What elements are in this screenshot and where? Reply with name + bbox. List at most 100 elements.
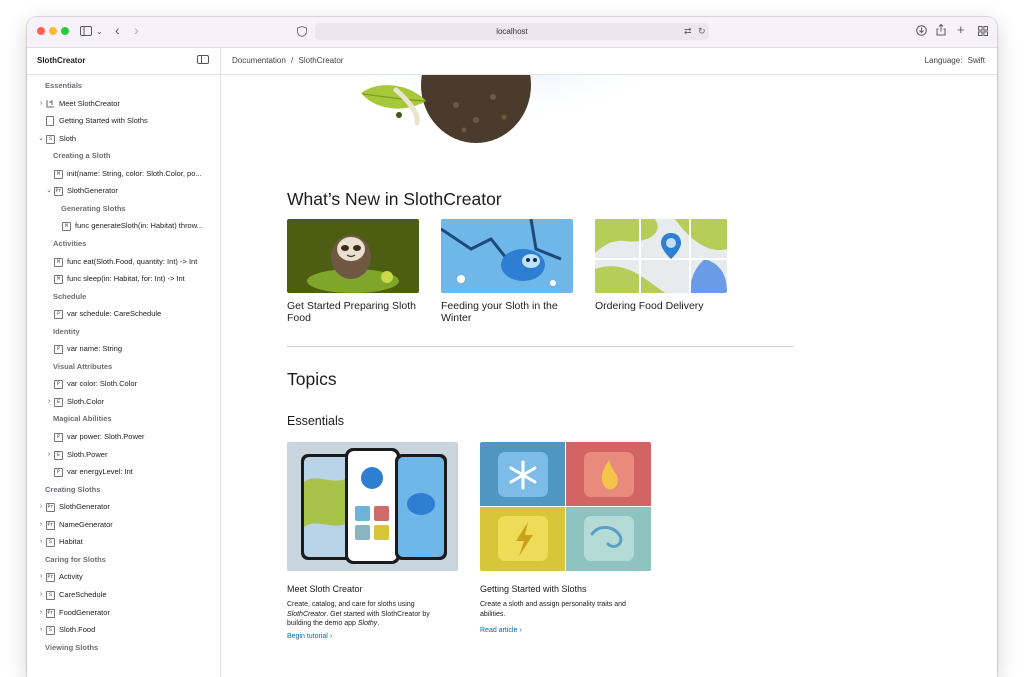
sidebar-item-label: CareSchedule	[59, 589, 107, 599]
chevron-right-icon[interactable]: ›	[37, 97, 45, 111]
language-toggle[interactable]: Language: Swift	[925, 56, 985, 65]
downloads-icon[interactable]	[916, 25, 927, 36]
sidebar-item[interactable]: › Meet SlothCreator	[27, 97, 220, 111]
chevron-right-icon: ›	[519, 627, 522, 634]
sidebar-item-label: Sloth	[59, 133, 77, 143]
chevron-right-icon[interactable]: ›	[37, 535, 45, 549]
section-label: Caring for Sloths	[45, 554, 106, 564]
sidebar-item[interactable]: Minit(name: String, color: Sloth.Color, …	[27, 167, 220, 181]
sidebar-item[interactable]: › S Sloth.Food	[27, 623, 220, 637]
topic-card-description: Create, catalog, and care for sloths usi…	[287, 600, 447, 629]
sidebar-section-heading: Viewing Sloths	[27, 641, 220, 655]
sidebar-item[interactable]: › E Sloth.Power	[27, 448, 220, 462]
card-thumbnail	[441, 219, 573, 293]
section-label: Essentials	[45, 81, 83, 90]
sidebar-toggle-icon[interactable]	[80, 26, 92, 36]
sidebar-item[interactable]: Getting Started with Sloths	[27, 114, 220, 128]
card-title[interactable]: Ordering Food Delivery	[595, 300, 729, 313]
new-tab-icon[interactable]: +	[957, 22, 965, 38]
topic-card-title[interactable]: Meet Sloth Creator	[287, 584, 363, 594]
chevron-right-icon[interactable]: ›	[37, 588, 45, 602]
method-icon: M	[62, 222, 71, 232]
sidebar-item-label: Activity	[59, 572, 83, 582]
section-label: Visual Attributes	[53, 361, 113, 371]
sidebar-item-label: func eat(Sloth.Food, quantity: Int) -> I…	[67, 256, 198, 266]
description-emphasis: SlothCreator	[287, 610, 327, 618]
sidebar-section-heading: Essentials	[27, 79, 220, 93]
sidebar-item[interactable]: › Pr NameGenerator	[27, 518, 220, 532]
share-icon[interactable]	[936, 24, 946, 36]
reload-icon[interactable]: ↻	[698, 24, 706, 39]
sidebar-item[interactable]: › Pr SlothGenerator	[27, 500, 220, 514]
section-label: Creating a Sloth	[53, 151, 111, 161]
forward-button[interactable]: ›	[134, 22, 139, 38]
topics-heading: Topics	[287, 369, 337, 389]
card-title[interactable]: Feeding your Sloth in the Winter	[441, 300, 575, 324]
protocol-icon: Pr	[46, 608, 55, 618]
sidebar-item-label: var name: String	[67, 344, 123, 354]
sidebar-section-heading: Activities	[27, 237, 220, 251]
sidebar-item[interactable]: Mfunc generateSloth(in: Habitat) throw..…	[27, 219, 220, 233]
sidebar-item[interactable]: › S CareSchedule	[27, 588, 220, 602]
sidebar-item[interactable]: › S Habitat	[27, 535, 220, 549]
sidebar-item[interactable]: Pvar schedule: CareSchedule	[27, 307, 220, 321]
sidebar-item[interactable]: › Pr FoodGenerator	[27, 606, 220, 620]
link-label[interactable]: Begin tutorial	[287, 633, 328, 640]
sidebar-item[interactable]: Mfunc eat(Sloth.Food, quantity: Int) -> …	[27, 255, 220, 269]
description-text: .	[377, 620, 380, 627]
property-icon: P	[54, 433, 63, 442]
sidebar-item-label: var energyLevel: Int	[67, 467, 133, 477]
chevron-right-icon[interactable]: ›	[45, 448, 53, 462]
sidebar-item[interactable]: Pvar energyLevel: Int	[27, 465, 220, 479]
structure-icon: S	[46, 626, 55, 636]
sidebar-item[interactable]: Pvar color: Sloth.Color	[27, 377, 220, 391]
address-bar[interactable]: localhost ⇄ ↻	[315, 23, 709, 40]
sidebar-item[interactable]: Pvar name: String	[27, 342, 220, 356]
description-emphasis: Slothy	[357, 620, 378, 627]
chevron-right-icon[interactable]: ›	[37, 500, 45, 514]
card-thumbnail	[480, 442, 651, 571]
back-button[interactable]: ‹	[115, 22, 120, 38]
sidebar-item[interactable]: › E Sloth.Color	[27, 395, 220, 409]
breadcrumb-separator: /	[291, 56, 294, 65]
minimize-window-button[interactable]	[49, 27, 57, 35]
section-label: Schedule	[53, 291, 87, 301]
browser-toolbar: ⌄ ‹ › localhost ⇄ ↻ +	[27, 17, 997, 48]
chevron-right-icon[interactable]: ›	[37, 623, 45, 637]
sidebar-item[interactable]: Pvar power: Sloth.Power	[27, 430, 220, 444]
sidebar-item[interactable]: ⌄ S Sloth	[27, 132, 220, 146]
chevron-down-icon[interactable]: ⌄	[45, 184, 53, 198]
sidebar-section-heading: Creating a Sloth	[27, 149, 220, 163]
read-article-link[interactable]: Read article ›	[480, 627, 522, 634]
chevron-down-icon[interactable]: ⌄	[37, 132, 45, 146]
sidebar-item[interactable]: Mfunc sleep(in: Habitat, for: Int) -> In…	[27, 272, 220, 286]
privacy-shield-icon[interactable]	[297, 26, 307, 37]
chevron-right-icon[interactable]: ›	[37, 518, 45, 532]
chevron-right-icon[interactable]: ›	[37, 570, 45, 584]
sidebar-item[interactable]: › Pr Activity	[27, 570, 220, 584]
zoom-window-button[interactable]	[61, 27, 69, 35]
topic-card-title[interactable]: Getting Started with Sloths	[480, 584, 587, 594]
card-thumbnail	[287, 219, 419, 293]
chevron-down-icon[interactable]: ⌄	[96, 24, 103, 40]
chevron-right-icon[interactable]: ›	[45, 395, 53, 409]
section-label: Viewing Sloths	[45, 642, 99, 652]
close-window-button[interactable]	[37, 27, 45, 35]
chevron-right-icon[interactable]: ›	[37, 606, 45, 620]
sidebar-section-heading: Generating Sloths	[27, 202, 220, 216]
card-title[interactable]: Get Started Preparing Sloth Food	[287, 300, 421, 324]
sidebar-section-heading: Creating Sloths	[27, 483, 220, 497]
translate-icon[interactable]: ⇄	[684, 24, 692, 39]
property-icon: P	[54, 310, 63, 320]
section-label: Activities	[53, 238, 87, 248]
begin-tutorial-link[interactable]: Begin tutorial ›	[287, 633, 332, 640]
language-value[interactable]: Swift	[968, 56, 985, 65]
tab-overview-icon[interactable]	[978, 26, 988, 36]
link-label[interactable]: Read article	[480, 627, 517, 634]
section-divider	[287, 346, 794, 347]
breadcrumb-documentation[interactable]: Documentation	[232, 56, 286, 65]
sidebar-item[interactable]: ⌄ Pr SlothGenerator	[27, 184, 220, 198]
section-label: Magical Abilities	[53, 414, 112, 424]
sidebar-collapse-icon[interactable]	[197, 55, 209, 64]
sidebar-item-label: func generateSloth(in: Habitat) throw...	[75, 221, 203, 231]
